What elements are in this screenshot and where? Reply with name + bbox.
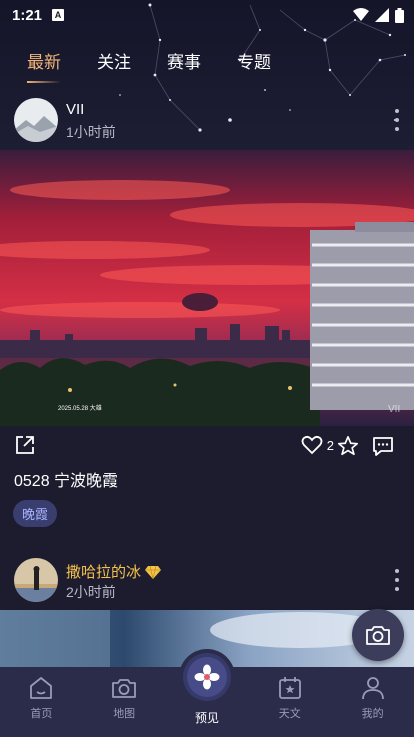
username[interactable]: 撒哈拉的冰	[66, 561, 162, 582]
nav-label: 地图	[113, 708, 136, 720]
tab-latest[interactable]: 最新	[27, 48, 61, 83]
like-button[interactable]: 2	[301, 435, 334, 455]
photo-caption: 2025.05.28 大雄	[58, 404, 102, 412]
signal-icon	[375, 8, 389, 22]
camera-icon	[366, 626, 390, 645]
photo-watermark: VII	[388, 404, 400, 415]
post-tag[interactable]: 晚霞	[13, 500, 58, 527]
user-icon	[361, 677, 384, 700]
post-time: 1小时前	[66, 124, 116, 140]
tab-following[interactable]: 关注	[97, 48, 131, 79]
calendar-star-icon	[278, 677, 301, 699]
nav-label: 预见	[194, 711, 219, 725]
like-count: 2	[326, 437, 334, 453]
nav-map[interactable]: 地图	[83, 667, 166, 737]
flower-icon	[194, 664, 220, 690]
post-time: 2小时前	[66, 584, 116, 600]
post-title: 0528 宁波晚霞	[14, 473, 119, 490]
username-text: 撒哈拉的冰	[66, 564, 142, 581]
wifi-icon	[353, 8, 369, 21]
avatar[interactable]	[14, 98, 58, 142]
comment-icon[interactable]	[372, 435, 394, 457]
share-icon[interactable]	[14, 434, 36, 456]
notification-a-icon: A	[52, 9, 65, 21]
nav-me[interactable]: 我的	[331, 667, 414, 737]
post-actions: 2	[0, 432, 414, 462]
feed-tabs: 最新 关注 赛事 专题	[27, 48, 271, 83]
bottom-nav: 首页 地图 预见 天文 我的	[0, 653, 414, 737]
more-options-icon[interactable]	[394, 569, 400, 591]
nav-preview[interactable]: 预见	[166, 653, 249, 737]
battery-icon	[395, 7, 404, 23]
nav-home[interactable]: 首页	[0, 667, 83, 737]
heart-icon	[301, 435, 323, 455]
tab-contests[interactable]: 赛事	[167, 48, 201, 79]
post-header: VII 1小时前	[0, 98, 414, 148]
status-bar: 1:21 A	[0, 0, 414, 30]
status-time: 1:21	[12, 6, 43, 24]
nav-astronomy[interactable]: 天文	[248, 667, 331, 737]
username[interactable]: VII	[66, 101, 84, 118]
camera-icon	[112, 679, 137, 698]
preview-button[interactable]	[182, 653, 231, 701]
home-icon	[30, 677, 53, 699]
gold-diamond-icon	[145, 565, 162, 580]
camera-button[interactable]	[352, 609, 404, 661]
avatar[interactable]	[14, 558, 58, 602]
tab-topics[interactable]: 专题	[237, 48, 271, 79]
star-icon[interactable]	[337, 435, 359, 457]
more-options-icon[interactable]	[394, 109, 400, 131]
nav-label: 我的	[361, 708, 384, 720]
nav-label: 天文	[278, 708, 301, 720]
post-header: 撒哈拉的冰 2小时前	[0, 558, 414, 608]
post-photo[interactable]: 2025.05.28 大雄 VII	[0, 150, 414, 426]
nav-label: 首页	[30, 708, 53, 720]
